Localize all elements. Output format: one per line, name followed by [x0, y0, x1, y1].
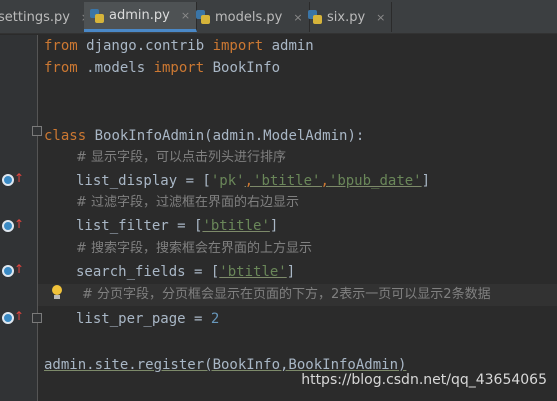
- code-comment: # 显示字段，可以点击列头进行排序: [76, 150, 287, 165]
- code-line: search_fields = ['btitle']: [76, 264, 296, 280]
- fold-marker-icon[interactable]: [32, 313, 42, 323]
- code-line: list_display = ['pk','btitle','bpub_date…: [76, 173, 431, 189]
- code-line: class BookInfoAdmin(admin.ModelAdmin):: [44, 128, 365, 144]
- tab-label: admin.py: [109, 8, 170, 23]
- editor-tab-bar: settings.py × admin.py × models.py × six…: [0, 0, 557, 34]
- code-line: from .models import BookInfo: [44, 60, 281, 76]
- override-marker-icon[interactable]: ↑: [2, 218, 24, 234]
- tab-models-py[interactable]: models.py ×: [190, 2, 310, 32]
- code-comment: # 分页字段，分页框会显示在页面的下方，2表示一页可以显示2条数据: [82, 287, 491, 302]
- close-icon[interactable]: ×: [181, 9, 190, 22]
- close-icon[interactable]: ×: [376, 11, 385, 24]
- code-comment: # 搜索字段，搜索框会在界面的上方显示: [76, 241, 313, 256]
- override-marker-icon[interactable]: ↑: [2, 263, 24, 279]
- python-file-icon: [90, 8, 104, 23]
- tab-label: models.py: [215, 9, 283, 25]
- code-line: list_per_page = 2: [76, 311, 220, 327]
- code-comment: # 过滤字段，过滤框在界面的右边显示: [76, 195, 300, 210]
- lightbulb-icon[interactable]: [50, 285, 64, 301]
- watermark-text: https://blog.csdn.net/qq_43654065: [301, 372, 547, 388]
- python-file-icon: [196, 10, 210, 24]
- tab-settings-py[interactable]: settings.py ×: [0, 2, 98, 32]
- override-marker-icon[interactable]: ↑: [2, 172, 24, 188]
- gutter-divider: [37, 35, 38, 401]
- tab-admin-py[interactable]: admin.py ×: [84, 2, 198, 32]
- tab-label: settings.py: [0, 9, 70, 25]
- tab-six-py[interactable]: six.py ×: [302, 2, 393, 32]
- code-line: from django.contrib import admin: [44, 38, 314, 54]
- fold-marker-icon[interactable]: [32, 126, 42, 136]
- code-line: list_filter = ['btitle']: [76, 218, 279, 234]
- tab-label: six.py: [327, 9, 366, 25]
- override-marker-icon[interactable]: ↑: [2, 310, 24, 326]
- python-file-icon: [308, 10, 322, 24]
